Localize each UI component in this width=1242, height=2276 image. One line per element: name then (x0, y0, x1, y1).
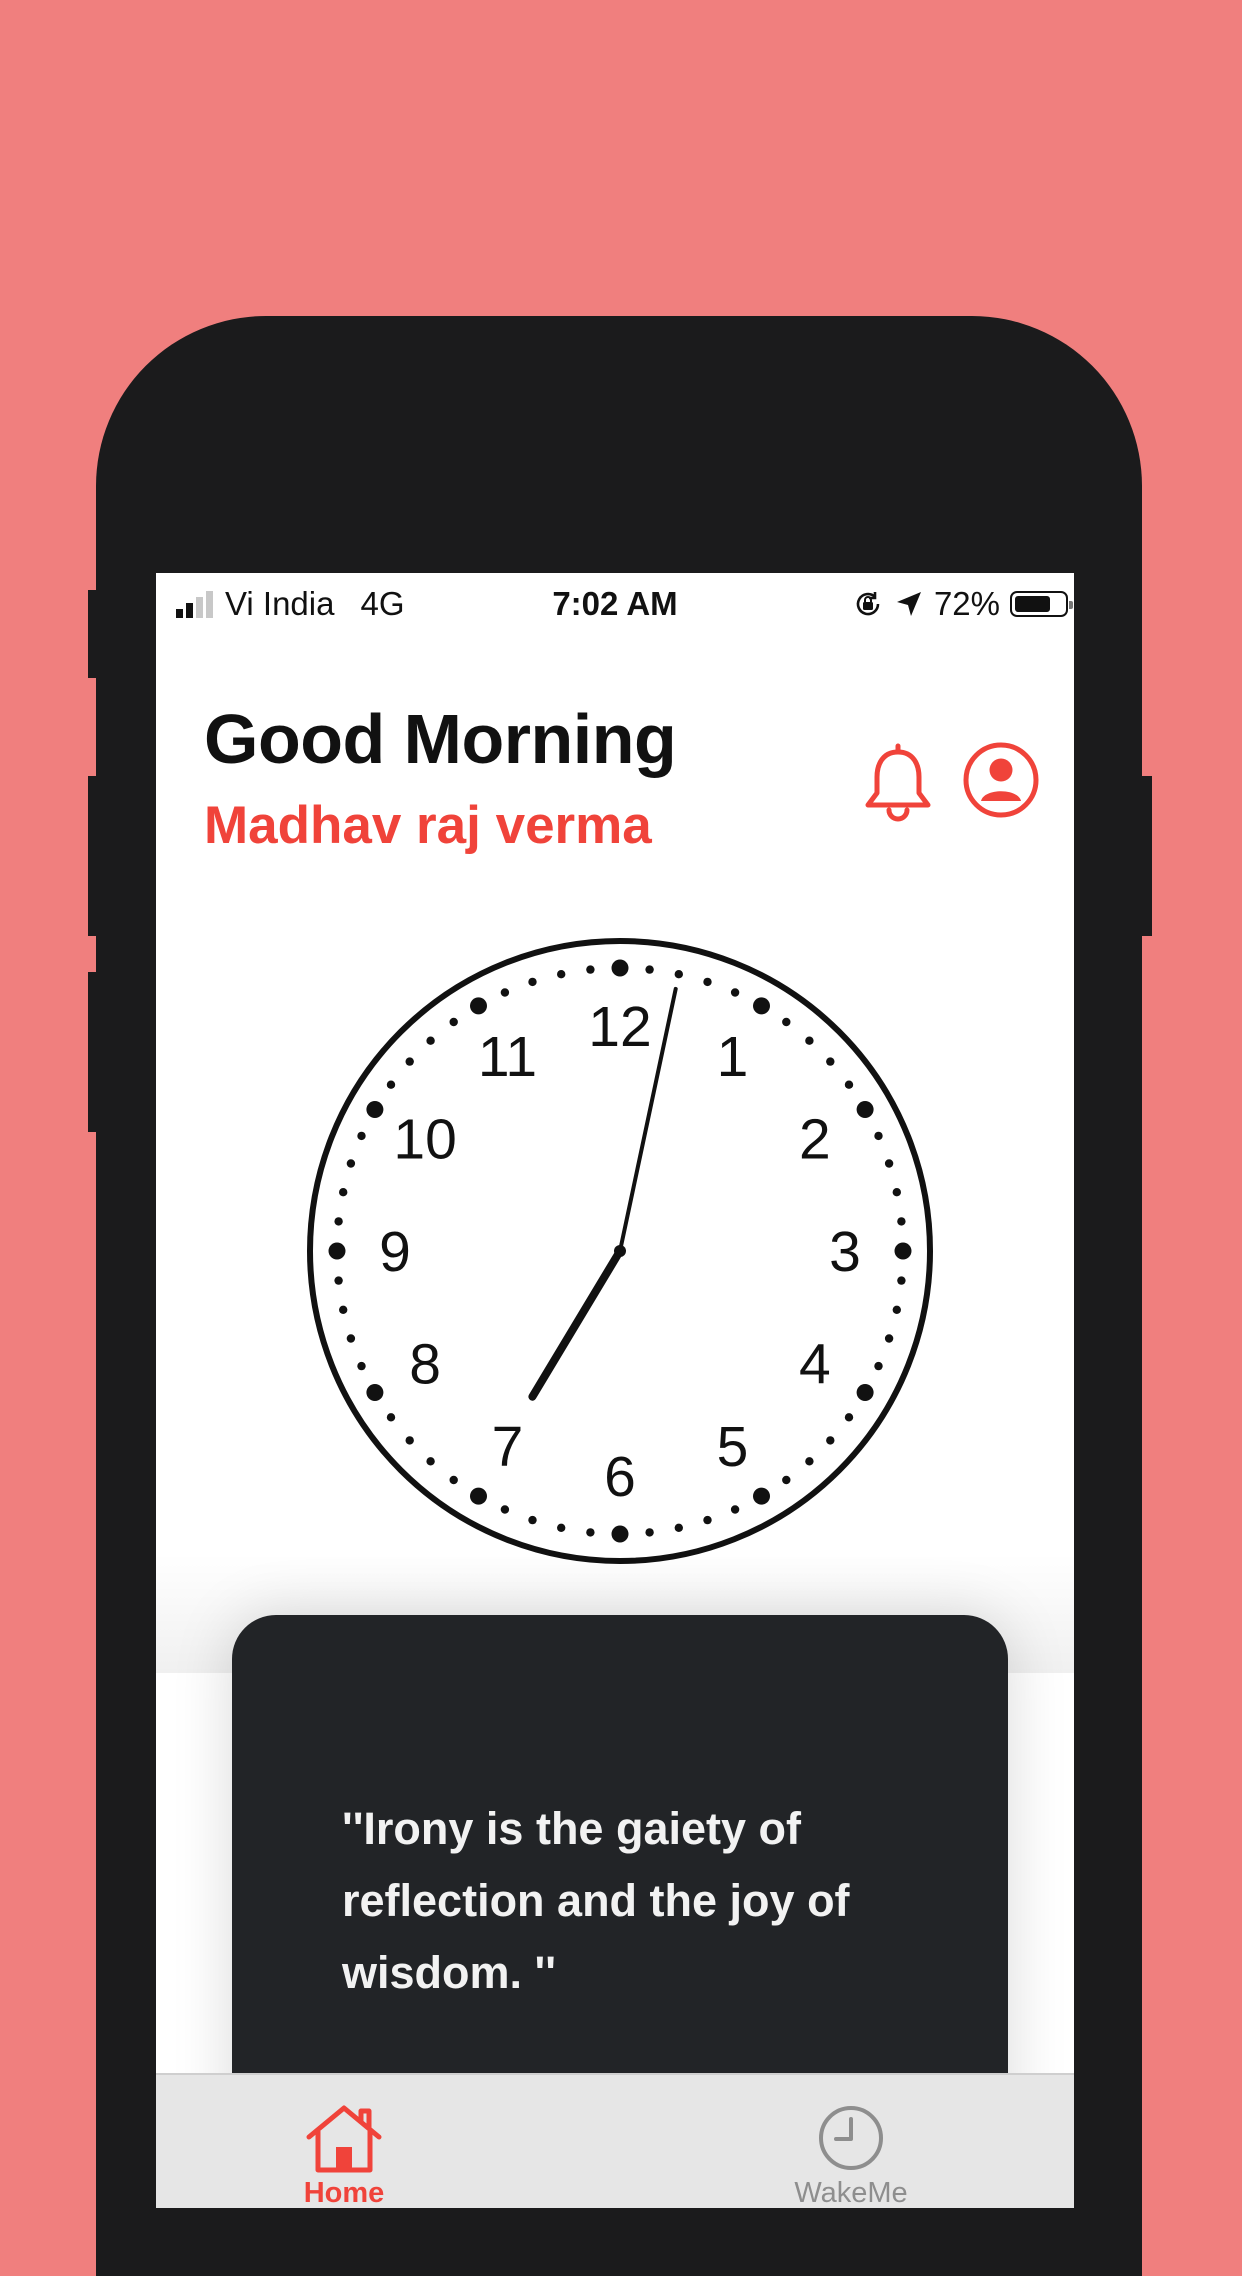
clock-minute-dot (645, 965, 654, 974)
clock-hour-dot (611, 1525, 629, 1543)
clock-number-11: 11 (478, 1025, 537, 1089)
clock-minute-dot (645, 1528, 654, 1537)
profile-icon[interactable] (962, 741, 1040, 819)
clock-minute-dot (884, 1159, 894, 1168)
clock-number-7: 7 (492, 1415, 524, 1479)
clock-minute-dot (874, 1131, 883, 1141)
clock-minute-dot (805, 1457, 814, 1466)
clock-minute-dot (674, 970, 683, 979)
clock-minute-dot (500, 988, 510, 997)
clock-hour-dot (894, 1242, 912, 1260)
tab-wakeme[interactable]: WakeMe (751, 2103, 951, 2208)
clock-number-8: 8 (409, 1333, 441, 1397)
location-arrow-icon (896, 592, 921, 616)
clock-minute-dot (334, 1276, 343, 1285)
clock-minute-dot (892, 1305, 901, 1314)
clock-hour-dot (366, 1101, 384, 1118)
clock-minute-dot (703, 977, 712, 987)
clock-hour-dot (611, 959, 629, 977)
clock-minute-dot (805, 1036, 814, 1045)
clock-minute-dot (586, 965, 595, 974)
clock-minute-dot (405, 1436, 414, 1445)
status-bar: Vi India 4G 7:02 AM 72% (156, 573, 1074, 637)
clock-minute-dot (897, 1276, 906, 1285)
clock-minute-dot (339, 1188, 348, 1197)
clock-minute-dot (826, 1436, 835, 1445)
home-icon (306, 2105, 382, 2173)
app-screen: Vi India 4G 7:02 AM 72% Good Morning Mad… (156, 573, 1074, 2208)
clock-minute-dot (500, 1505, 510, 1514)
clock-minute-dot (730, 1505, 740, 1514)
clock-number-4: 4 (799, 1333, 831, 1397)
clock-minute-dot (703, 1515, 712, 1525)
analog-clock: 12 12 3 45 6 78 9 10 11 (307, 938, 933, 1564)
clock-minute-dot (528, 977, 537, 987)
clock-minute-dot (826, 1057, 835, 1066)
greeting-title: Good Morning (204, 700, 677, 778)
clock-number-6: 6 (604, 1445, 636, 1509)
clock-minute-dot (449, 1475, 458, 1485)
clock-minute-dot (674, 1523, 683, 1532)
clock-minute-dot (357, 1131, 366, 1141)
user-name: Madhav raj verma (204, 796, 652, 855)
clock-minute-dot (884, 1334, 894, 1343)
clock-number-1: 1 (717, 1025, 749, 1089)
clock-hour-dot (470, 1487, 487, 1505)
clock-hour-dot (470, 997, 487, 1015)
clock-minute-dot (426, 1036, 435, 1045)
clock-minute-dot (405, 1057, 414, 1066)
clock-number-12: 12 (588, 995, 651, 1059)
tab-wakeme-label: WakeMe (794, 2177, 908, 2208)
clock-minute-dot (782, 1017, 791, 1027)
clock-hour-dot (328, 1242, 346, 1260)
clock-minute-dot (339, 1305, 348, 1314)
clock-number-2: 2 (799, 1108, 831, 1172)
tab-home[interactable]: Home (244, 2103, 444, 2208)
clock-minute-dot (844, 1413, 854, 1422)
clock-hour-dot (856, 1101, 874, 1118)
clock-minute-dot (426, 1457, 435, 1466)
clock-center-pin (614, 1245, 626, 1257)
clock-minute-dot (586, 1528, 595, 1537)
tab-home-label: Home (303, 2177, 385, 2208)
clock-number-10: 10 (393, 1108, 456, 1172)
clock-minute-dot (346, 1334, 356, 1343)
clock-minute-dot (730, 988, 740, 997)
clock-minute-dot (897, 1217, 906, 1226)
battery-level (1015, 596, 1050, 612)
clock-minute-dot (449, 1017, 458, 1027)
clock-hour-dot (753, 997, 770, 1015)
clock-minute-dot (346, 1159, 356, 1168)
clock-number-5: 5 (717, 1415, 749, 1479)
bell-icon[interactable] (860, 741, 936, 823)
clock-hour-dot (753, 1487, 770, 1505)
clock-minute-dot (557, 970, 566, 979)
battery-percent: 72% (933, 585, 1000, 622)
battery-icon (1010, 591, 1073, 617)
clock-hour-dot (856, 1384, 874, 1401)
clock-hour-dot (366, 1384, 384, 1401)
tab-bar: Home WakeMe (156, 2073, 1074, 2208)
clock-minute-dot (557, 1523, 566, 1532)
clock-minute-dot (874, 1361, 883, 1371)
clock-minute-dot (386, 1080, 396, 1089)
clock-number-9: 9 (379, 1220, 411, 1284)
clock-minute-dot (386, 1413, 396, 1422)
clock-minute-dot (357, 1361, 366, 1371)
status-right: 72% (852, 585, 1073, 623)
clock-number-3: 3 (829, 1220, 861, 1284)
clock-minute-dot (844, 1080, 854, 1089)
clock-minute-dot (334, 1217, 343, 1226)
clock-minute-dot (782, 1475, 791, 1485)
clock-minute-dot (528, 1515, 537, 1525)
orientation-lock-icon (856, 592, 880, 616)
clock-minute-dot (892, 1188, 901, 1197)
clock-icon (819, 2106, 883, 2170)
quote-text: ''Irony is the gaiety of reflection and … (342, 1803, 850, 1998)
